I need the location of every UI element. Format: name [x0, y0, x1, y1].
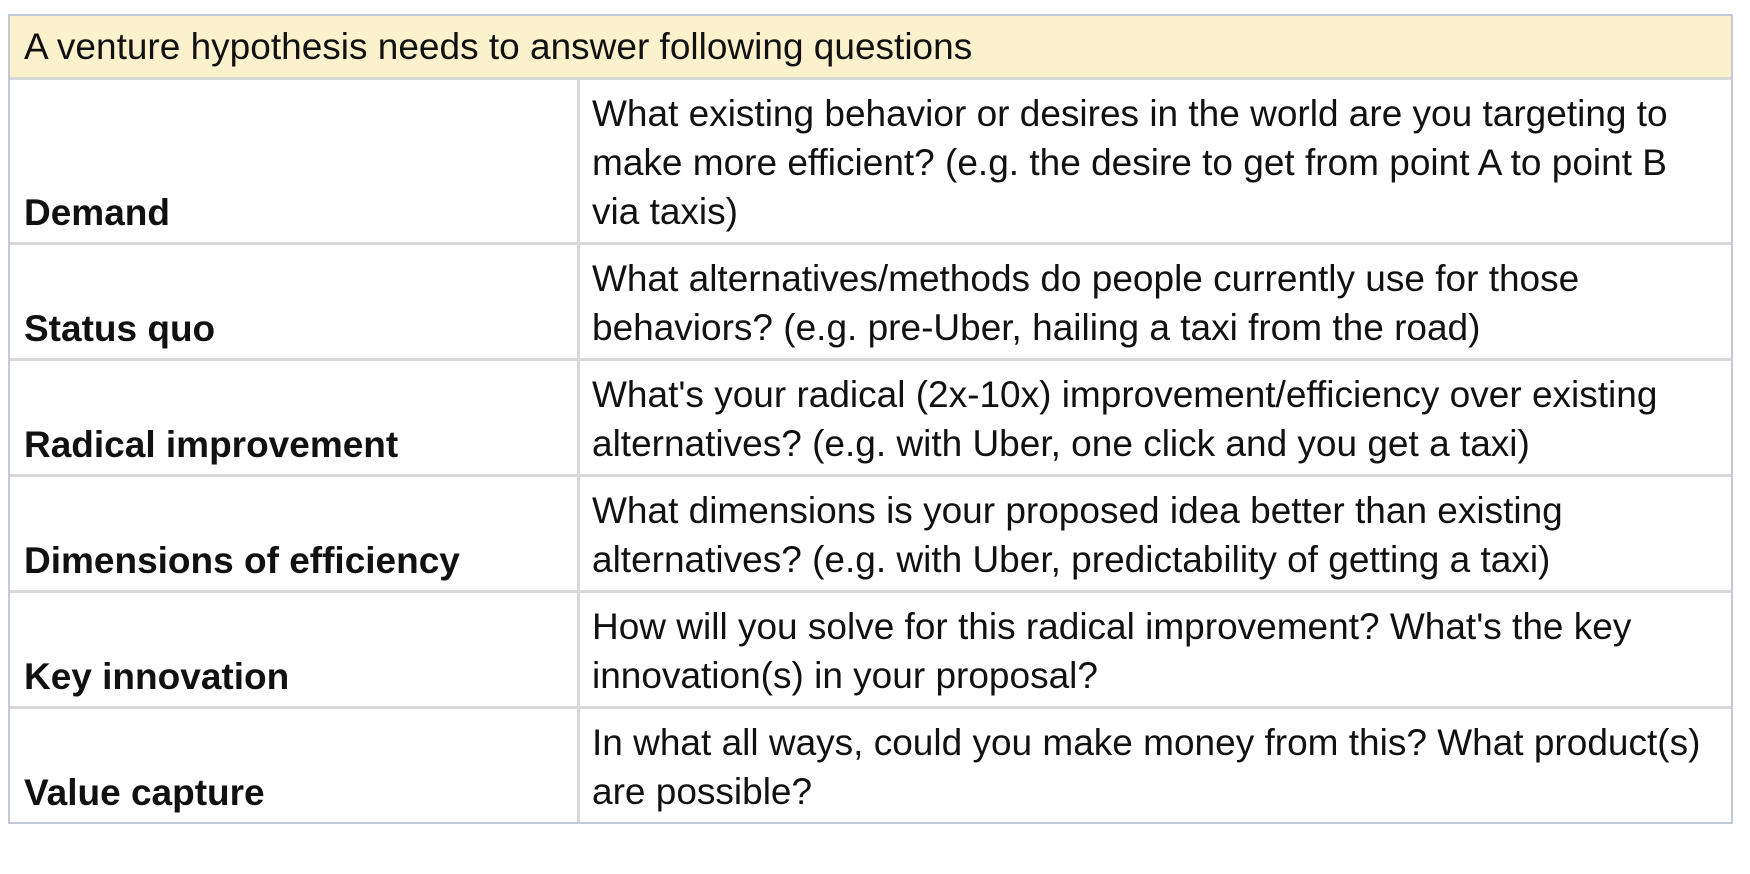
row-label: Value capture: [10, 709, 580, 822]
row-label: Status quo: [10, 245, 580, 358]
row-description: What's your radical (2x-10x) improvement…: [592, 374, 1658, 464]
row-description: How will you solve for this radical impr…: [592, 606, 1632, 696]
table-title: A venture hypothesis needs to answer fol…: [10, 16, 1731, 80]
row-description: In what all ways, could you make money f…: [592, 722, 1701, 812]
table-row-key-innovation: Key innovation How will you solve for th…: [10, 593, 1731, 709]
table-row-status-quo: Status quo What alternatives/methods do …: [10, 245, 1731, 361]
row-label: Dimensions of efficiency: [10, 477, 580, 590]
table-row-radical-improvement: Radical improvement What's your radical …: [10, 361, 1731, 477]
row-description: What alternatives/methods do people curr…: [592, 258, 1580, 348]
table-row-dimensions-of-efficiency: Dimensions of efficiency What dimensions…: [10, 477, 1731, 593]
row-label: Radical improvement: [10, 361, 580, 474]
row-description: What existing behavior or desires in the…: [592, 93, 1668, 232]
table-row-value-capture: Value capture In what all ways, could yo…: [10, 709, 1731, 822]
table-row-demand: Demand What existing behavior or desires…: [10, 80, 1731, 245]
row-description: What dimensions is your proposed idea be…: [592, 490, 1563, 580]
hypothesis-table: A venture hypothesis needs to answer fol…: [8, 14, 1733, 824]
row-label: Key innovation: [10, 593, 580, 706]
row-label: Demand: [10, 80, 580, 242]
